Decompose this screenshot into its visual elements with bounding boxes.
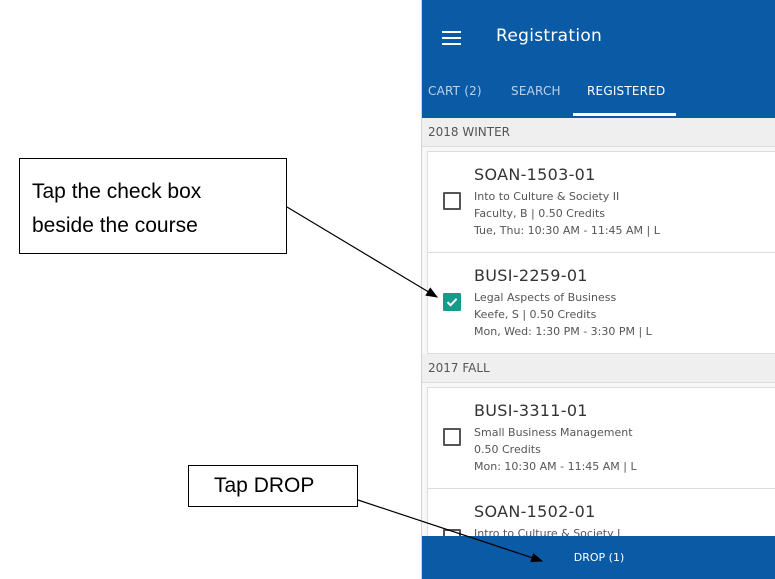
arrow-to-drop-button <box>357 499 544 563</box>
arrow-to-checkbox <box>286 206 439 298</box>
tutorial-screenshot: Registration CART (2) SEARCH REGISTERED … <box>0 0 775 579</box>
callout-arrows <box>286 206 544 563</box>
